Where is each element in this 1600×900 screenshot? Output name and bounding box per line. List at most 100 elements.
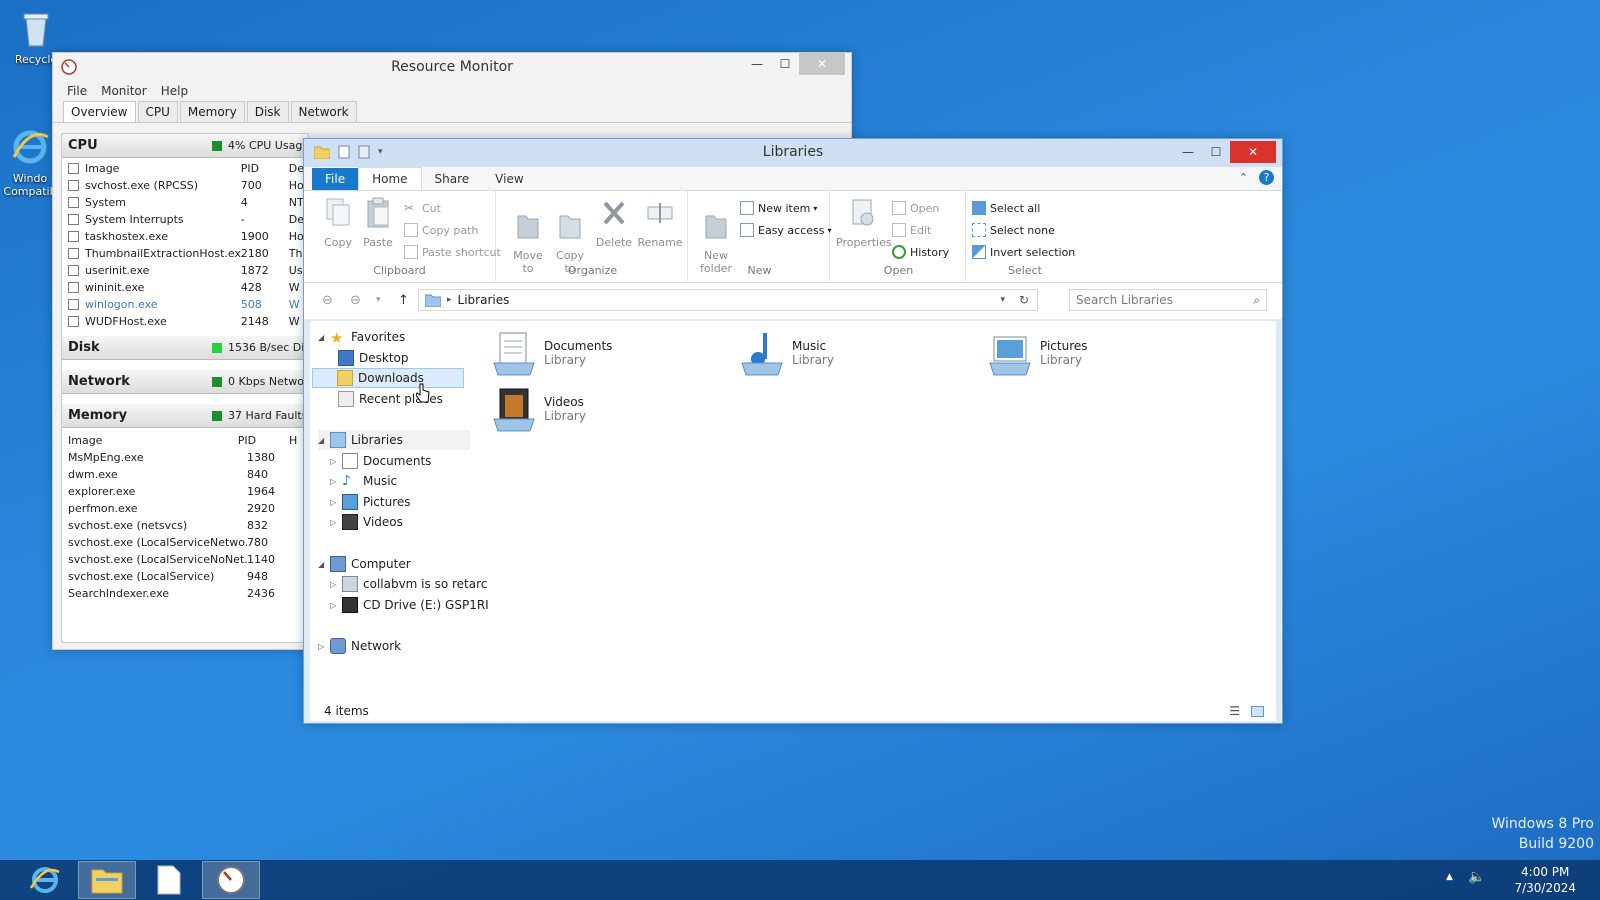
cpu-process-row[interactable]: System 4 NT (62, 194, 308, 211)
tab-file[interactable]: File (312, 168, 359, 190)
process-checkbox[interactable] (68, 265, 79, 276)
tab-disk[interactable]: Disk (246, 101, 289, 122)
desktop-icon-compatibility[interactable]: Windo Compatib (0, 114, 60, 211)
expand-arrow-icon[interactable]: ▷ (330, 477, 342, 486)
process-checkbox[interactable] (68, 231, 79, 242)
minimize-button[interactable]: — (743, 53, 771, 75)
menu-monitor[interactable]: Monitor (101, 84, 147, 98)
taskbar-file-explorer[interactable] (78, 861, 136, 899)
menu-file[interactable]: File (67, 84, 87, 98)
library-item-videos[interactable]: Videos Library (490, 385, 586, 433)
tab-home[interactable]: Home (358, 167, 422, 190)
taskbar-notepad[interactable] (140, 861, 198, 899)
tree-drive-c[interactable]: ▷ collabvm is so retarc (330, 574, 487, 594)
help-icon[interactable]: ? (1259, 170, 1274, 185)
details-view-icon[interactable]: ☰ (1229, 704, 1240, 718)
address-dropdown-icon[interactable]: ▾ (1000, 295, 1005, 305)
easy-access-button[interactable]: Easy access ▾ (740, 223, 832, 237)
process-checkbox[interactable] (68, 214, 79, 225)
network-section-header[interactable]: Network 0 Kbps Network (62, 370, 308, 394)
back-button[interactable]: ⊖ (322, 293, 333, 308)
cpu-process-row[interactable]: svchost.exe (RPCSS) 700 Ho (62, 177, 308, 194)
memory-process-row[interactable]: dwm.exe 840 (62, 466, 308, 483)
tree-lib-videos[interactable]: ▷ Videos (330, 512, 403, 532)
memory-process-row[interactable]: svchost.exe (LocalServiceNetwo... 780 (62, 534, 308, 551)
column-pid[interactable]: PID (238, 434, 289, 447)
tree-lib-documents[interactable]: ▷ Documents (330, 451, 431, 471)
tree-computer[interactable]: ◢ Computer (318, 554, 411, 574)
tree-downloads[interactable]: Downloads (312, 368, 464, 388)
process-checkbox[interactable] (68, 282, 79, 293)
tab-memory[interactable]: Memory (179, 101, 245, 122)
memory-process-row[interactable]: SearchIndexer.exe 2436 (62, 585, 308, 602)
process-checkbox[interactable] (68, 180, 79, 191)
tab-cpu[interactable]: CPU (137, 101, 178, 122)
memory-process-row[interactable]: MsMpEng.exe 1380 (62, 449, 308, 466)
delete-button[interactable]: Delete (594, 197, 634, 249)
memory-process-row[interactable]: svchost.exe (LocalService) 948 (62, 568, 308, 585)
memory-section-header[interactable]: Memory 37 Hard Faults/s (62, 404, 308, 428)
rename-button[interactable]: Rename (636, 197, 684, 249)
title-bar[interactable]: Resource Monitor — ☐ ✕ (53, 53, 851, 81)
column-image[interactable]: Image (85, 162, 241, 175)
close-button[interactable]: ✕ (1230, 141, 1276, 163)
cpu-process-row[interactable]: WUDFHost.exe 2148 W (62, 313, 308, 330)
edit-button[interactable]: Edit (892, 223, 931, 237)
cpu-process-row[interactable]: userinit.exe 1872 Us (62, 262, 308, 279)
cpu-process-row[interactable]: winlogon.exe 508 W (62, 296, 308, 313)
open-button[interactable]: Open (892, 201, 939, 215)
select-none-button[interactable]: Select none (972, 223, 1055, 237)
minimize-button[interactable]: — (1174, 141, 1202, 163)
taskbar-resource-monitor[interactable] (202, 861, 260, 899)
tree-drive-e[interactable]: ▷ CD Drive (E:) GSP1RI (330, 595, 489, 615)
tab-network[interactable]: Network (290, 101, 357, 122)
process-checkbox[interactable] (68, 316, 79, 327)
address-bar[interactable]: ▸ Libraries ▾ ↻ (418, 289, 1038, 311)
expand-arrow-icon[interactable]: ▷ (330, 518, 342, 527)
expand-arrow-icon[interactable]: ▷ (318, 642, 330, 651)
column-image[interactable]: Image (68, 434, 238, 447)
disk-section-header[interactable]: Disk 1536 B/sec Disk (62, 336, 308, 360)
show-hidden-icons-icon[interactable]: ▲ (1446, 872, 1453, 882)
tab-view[interactable]: View (482, 168, 536, 190)
collapse-arrow-icon[interactable]: ◢ (318, 560, 330, 569)
cpu-process-row[interactable]: ThumbnailExtractionHost.exe 2180 Th (62, 245, 308, 262)
invert-selection-button[interactable]: Invert selection (972, 245, 1075, 259)
expand-arrow-icon[interactable]: ▷ (330, 457, 342, 466)
history-button[interactable]: History (892, 245, 949, 259)
tree-lib-music[interactable]: ▷ ♪ Music (330, 471, 397, 491)
expand-arrow-icon[interactable]: ▷ (330, 580, 342, 589)
maximize-button[interactable]: ☐ (1202, 141, 1230, 163)
forward-button[interactable]: ⊖ (350, 293, 361, 308)
memory-process-row[interactable]: perfmon.exe 2920 (62, 500, 308, 517)
search-input[interactable]: Search Libraries ⌕ (1069, 289, 1267, 311)
memory-process-row[interactable]: explorer.exe 1964 (62, 483, 308, 500)
tree-favorites[interactable]: ◢ ★ Favorites (318, 327, 405, 347)
collapse-arrow-icon[interactable]: ◢ (318, 333, 330, 342)
library-item-documents[interactable]: Documents Library (490, 329, 612, 377)
tree-lib-pictures[interactable]: ▷ Pictures (330, 492, 411, 512)
menu-help[interactable]: Help (161, 84, 188, 98)
close-button[interactable]: ✕ (799, 53, 845, 75)
select-all-button[interactable]: Select all (972, 201, 1040, 215)
up-button[interactable]: ↑ (398, 293, 409, 308)
expand-arrow-icon[interactable]: ▷ (330, 601, 342, 610)
tree-network[interactable]: ▷ Network (318, 636, 401, 656)
cpu-process-row[interactable]: taskhostex.exe 1900 Ho (62, 228, 308, 245)
collapse-ribbon-icon[interactable]: ⌃ (1239, 171, 1248, 184)
copy-path-button[interactable]: Copy path (404, 223, 478, 237)
taskbar-clock[interactable]: 4:00 PM 7/30/2024 (1514, 864, 1576, 896)
taskbar-internet-explorer[interactable] (16, 861, 74, 899)
select-all-checkbox[interactable] (68, 163, 79, 174)
memory-process-row[interactable]: svchost.exe (LocalServiceNoNet... 1140 (62, 551, 308, 568)
speaker-muted-icon[interactable]: 🔈 (1468, 869, 1485, 885)
memory-process-row[interactable]: svchost.exe (netsvcs) 832 (62, 517, 308, 534)
large-icons-view-icon[interactable] (1251, 705, 1264, 717)
process-checkbox[interactable] (68, 197, 79, 208)
tree-desktop[interactable]: Desktop (338, 348, 409, 368)
copy-button[interactable]: Copy (318, 197, 358, 249)
libraries-window[interactable]: ▾ Libraries — ☐ ✕ File Home Share View ⌃… (303, 138, 1283, 724)
tree-libraries[interactable]: ◢ Libraries (318, 430, 470, 450)
cpu-process-row[interactable]: wininit.exe 428 W (62, 279, 308, 296)
paste-button[interactable]: Paste (358, 197, 398, 249)
